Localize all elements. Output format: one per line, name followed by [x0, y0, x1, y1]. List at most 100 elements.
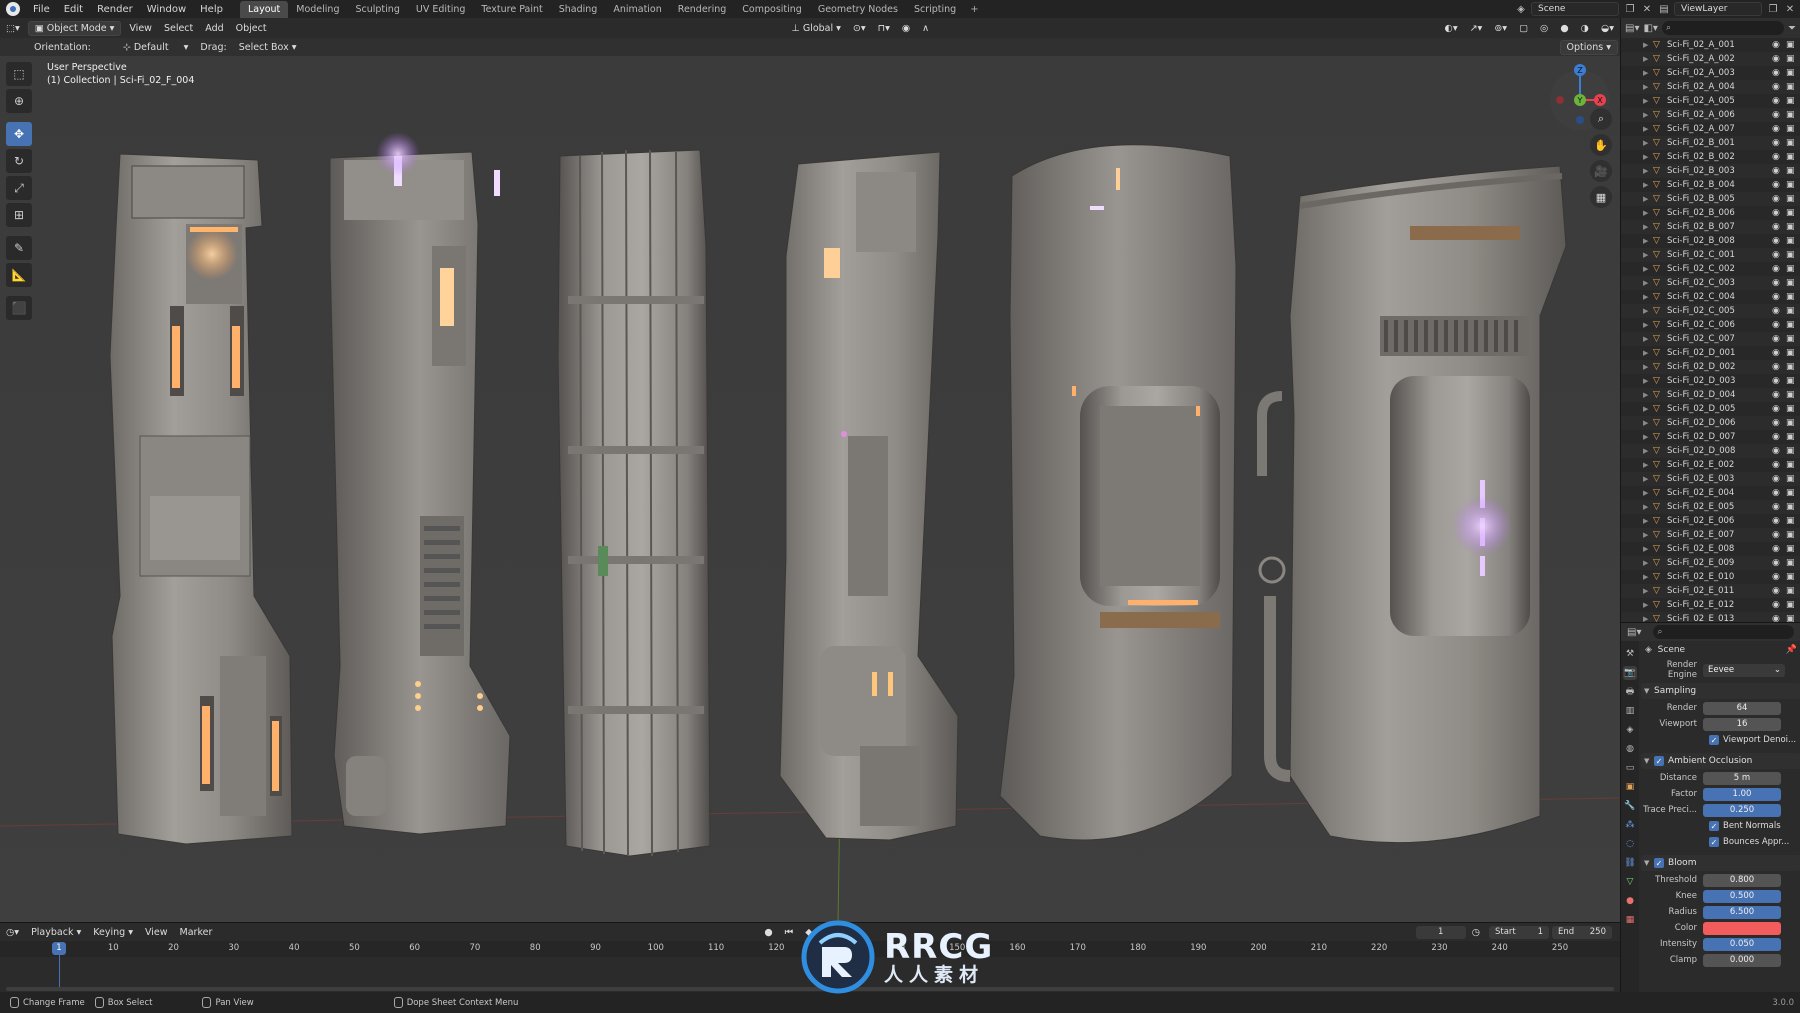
eye-icon[interactable]: ◉: [1772, 404, 1786, 414]
outliner-item[interactable]: ▶ ▽ Sci-Fi_02_B_002 ◉ ▣: [1621, 150, 1800, 164]
zoom-icon[interactable]: ⌕: [1590, 108, 1612, 130]
outliner-search-input[interactable]: [1661, 21, 1784, 35]
tool-tab-icon[interactable]: ⚒: [1623, 647, 1637, 661]
tab-uv-editing[interactable]: UV Editing: [408, 1, 474, 18]
expand-arrow-icon[interactable]: ▶: [1643, 461, 1653, 469]
expand-arrow-icon[interactable]: ▶: [1643, 223, 1653, 231]
camera-icon[interactable]: ▣: [1786, 250, 1800, 260]
camera-icon[interactable]: ▣: [1786, 390, 1800, 400]
eye-icon[interactable]: ◉: [1772, 222, 1786, 232]
outliner-item[interactable]: ▶ ▽ Sci-Fi_02_D_008 ◉ ▣: [1621, 444, 1800, 458]
physics-tab-icon[interactable]: ◌: [1623, 837, 1637, 851]
menu-help[interactable]: Help: [193, 4, 230, 15]
texture-tab-icon[interactable]: ▦: [1623, 913, 1637, 927]
expand-arrow-icon[interactable]: ▶: [1643, 391, 1653, 399]
filter-icon[interactable]: ⏷: [1788, 23, 1796, 34]
eye-icon[interactable]: ◉: [1772, 432, 1786, 442]
eye-icon[interactable]: ◉: [1772, 600, 1786, 610]
eye-icon[interactable]: ◉: [1772, 334, 1786, 344]
visibility-icon[interactable]: ◐▾: [1439, 21, 1464, 36]
camera-icon[interactable]: ▣: [1786, 446, 1800, 456]
outliner-item[interactable]: ▶ ▽ Sci-Fi_02_E_006 ◉ ▣: [1621, 514, 1800, 528]
expand-arrow-icon[interactable]: ▶: [1643, 41, 1653, 49]
render-engine-selector[interactable]: Eevee ⌄: [1703, 663, 1785, 677]
bloom-intensity-field[interactable]: 0.050: [1703, 937, 1781, 951]
expand-arrow-icon[interactable]: ▶: [1643, 181, 1653, 189]
outliner-item[interactable]: ▶ ▽ Sci-Fi_02_D_007 ◉ ▣: [1621, 430, 1800, 444]
modifier-tab-icon[interactable]: 🔧: [1623, 799, 1637, 813]
jump-start-icon[interactable]: ⏮: [779, 925, 800, 940]
bloom-radius-field[interactable]: 6.500: [1703, 905, 1781, 919]
eye-icon[interactable]: ◉: [1772, 348, 1786, 358]
current-frame-field[interactable]: 1: [1415, 925, 1466, 939]
expand-arrow-icon[interactable]: ▶: [1643, 83, 1653, 91]
outliner-item[interactable]: ▶ ▽ Sci-Fi_02_D_003 ◉ ▣: [1621, 374, 1800, 388]
eye-icon[interactable]: ◉: [1772, 320, 1786, 330]
ao-trace-field[interactable]: 0.250: [1703, 803, 1781, 817]
camera-icon[interactable]: ▣: [1786, 222, 1800, 232]
outliner-item[interactable]: ▶ ▽ Sci-Fi_02_D_005 ◉ ▣: [1621, 402, 1800, 416]
eye-icon[interactable]: ◉: [1772, 362, 1786, 372]
camera-icon[interactable]: ▣: [1786, 600, 1800, 610]
camera-icon[interactable]: ▣: [1786, 348, 1800, 358]
menu-window[interactable]: Window: [140, 4, 193, 15]
outliner-item[interactable]: ▶ ▽ Sci-Fi_02_E_002 ◉ ▣: [1621, 458, 1800, 472]
camera-icon[interactable]: ▣: [1786, 544, 1800, 554]
rotate-tool-icon[interactable]: ↻: [6, 149, 32, 173]
shading-solid-icon[interactable]: ●: [1554, 21, 1574, 36]
expand-arrow-icon[interactable]: ▶: [1643, 69, 1653, 77]
expand-arrow-icon[interactable]: ▶: [1643, 55, 1653, 63]
outliner-item[interactable]: ▶ ▽ Sci-Fi_02_C_002 ◉ ▣: [1621, 262, 1800, 276]
outliner-item[interactable]: ▶ ▽ Sci-Fi_02_B_006 ◉ ▣: [1621, 206, 1800, 220]
expand-arrow-icon[interactable]: ▶: [1643, 503, 1653, 511]
eye-icon[interactable]: ◉: [1772, 474, 1786, 484]
view-layer-selector[interactable]: ViewLayer: [1674, 2, 1762, 16]
expand-arrow-icon[interactable]: ▶: [1643, 293, 1653, 301]
ao-distance-field[interactable]: 5 m: [1703, 771, 1781, 785]
camera-icon[interactable]: ▣: [1786, 124, 1800, 134]
menu-edit[interactable]: Edit: [57, 4, 90, 15]
expand-arrow-icon[interactable]: ▶: [1643, 573, 1653, 581]
new-view-layer-icon[interactable]: ❐: [1766, 2, 1780, 16]
eye-icon[interactable]: ◉: [1772, 236, 1786, 246]
pan-hand-icon[interactable]: ✋: [1590, 134, 1612, 156]
outliner-item[interactable]: ▶ ▽ Sci-Fi_02_E_010 ◉ ▣: [1621, 570, 1800, 584]
outliner-item[interactable]: ▶ ▽ Sci-Fi_02_A_005 ◉ ▣: [1621, 94, 1800, 108]
outliner-item[interactable]: ▶ ▽ Sci-Fi_02_E_011 ◉ ▣: [1621, 584, 1800, 598]
outliner-item[interactable]: ▶ ▽ Sci-Fi_02_C_004 ◉ ▣: [1621, 290, 1800, 304]
camera-icon[interactable]: ▣: [1786, 488, 1800, 498]
expand-arrow-icon[interactable]: ▶: [1643, 237, 1653, 245]
start-frame-field[interactable]: Start 1: [1489, 925, 1549, 939]
menu-keying[interactable]: Keying ▾: [87, 925, 139, 940]
eye-icon[interactable]: ◉: [1772, 180, 1786, 190]
expand-arrow-icon[interactable]: ▶: [1643, 433, 1653, 441]
eye-icon[interactable]: ◉: [1772, 124, 1786, 134]
expand-arrow-icon[interactable]: ▶: [1643, 531, 1653, 539]
gizmo-neg-z-axis[interactable]: [1576, 116, 1584, 124]
camera-icon[interactable]: ▣: [1786, 292, 1800, 302]
menu-select[interactable]: Select: [158, 21, 199, 36]
expand-arrow-icon[interactable]: ▶: [1643, 153, 1653, 161]
eye-icon[interactable]: ◉: [1772, 250, 1786, 260]
bent-normals-checkbox[interactable]: ✓ Bent Normals: [1641, 819, 1800, 833]
camera-icon[interactable]: ▣: [1786, 194, 1800, 204]
outliner-item[interactable]: ▶ ▽ Sci-Fi_02_B_003 ◉ ▣: [1621, 164, 1800, 178]
camera-icon[interactable]: ▣: [1786, 516, 1800, 526]
expand-arrow-icon[interactable]: ▶: [1643, 545, 1653, 553]
record-icon[interactable]: ●: [758, 925, 778, 940]
bloom-enable-checkbox[interactable]: ✓: [1654, 858, 1664, 868]
expand-arrow-icon[interactable]: ▶: [1643, 587, 1653, 595]
menu-add[interactable]: Add: [199, 21, 229, 36]
display-mode-icon[interactable]: ◧▾: [1643, 23, 1657, 34]
eye-icon[interactable]: ◉: [1772, 68, 1786, 78]
pin-icon[interactable]: 📌: [1786, 645, 1797, 655]
eye-icon[interactable]: ◉: [1772, 446, 1786, 456]
camera-icon[interactable]: ▣: [1786, 376, 1800, 386]
bloom-color-swatch[interactable]: [1703, 921, 1781, 935]
output-tab-icon[interactable]: 🖶: [1623, 685, 1637, 699]
expand-arrow-icon[interactable]: ▶: [1643, 97, 1653, 105]
expand-arrow-icon[interactable]: ▶: [1643, 251, 1653, 259]
bloom-knee-field[interactable]: 0.500: [1703, 889, 1781, 903]
tab-sculpting[interactable]: Sculpting: [347, 1, 407, 18]
tab-geometry-nodes[interactable]: Geometry Nodes: [810, 1, 906, 18]
